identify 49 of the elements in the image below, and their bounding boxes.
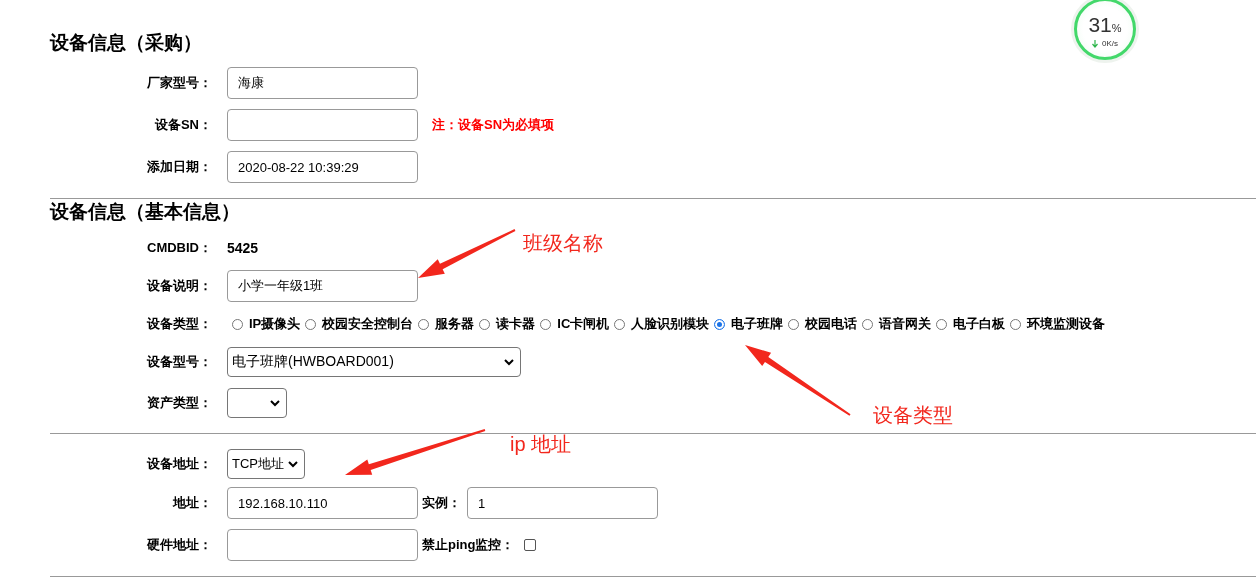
checkbox[interactable] (524, 539, 537, 551)
field-label: 设备说明： (146, 277, 213, 295)
field-label: 实例： (422, 494, 461, 512)
chevron-icon (270, 399, 280, 407)
radio-label[interactable]: 校园电话 (805, 315, 858, 333)
input-field[interactable]: 2020-08-22 10:39:29 (227, 151, 418, 183)
annotation-text: 班级名称 (523, 231, 603, 256)
down-arrow-icon (1092, 39, 1098, 48)
field-label: CMDBID： (146, 239, 213, 257)
asset-type-dropdown[interactable] (227, 388, 287, 418)
speed-rate: 0K/s (1102, 39, 1118, 48)
speed-percent: 31% (1088, 14, 1122, 38)
input-field[interactable]: 小学一年级1班 (227, 270, 418, 302)
radio-label[interactable]: 服务器 (435, 315, 475, 333)
radio-label[interactable]: 读卡器 (496, 315, 536, 333)
cmdb-id: 5425 (227, 240, 259, 256)
chevron-icon (504, 358, 514, 366)
input-field[interactable]: 海康 (227, 67, 418, 99)
radio-label[interactable]: 人脸识别模块 (631, 315, 710, 333)
radio-label[interactable]: IP摄像头 (249, 315, 301, 333)
field-label: 设备类型： (146, 315, 213, 333)
radio-label[interactable]: 电子白板 (953, 315, 1006, 333)
input-field[interactable] (227, 529, 418, 561)
field-label: 添加日期： (146, 158, 213, 176)
field-label: 设备SN： (153, 116, 213, 134)
annotation-text: ip 地址 (510, 432, 572, 457)
section-title: 设备信息（采购） (50, 31, 202, 55)
required-note: 注：设备SN为必填项 (432, 116, 555, 134)
annotation-text: 设备类型 (873, 403, 953, 428)
chevron-icon (288, 460, 298, 468)
field-label: 资产类型： (146, 394, 213, 412)
field-label: 禁止ping监控： (422, 536, 515, 554)
radio-label[interactable]: 语音网关 (879, 315, 932, 333)
section-title: 设备信息（基本信息） (50, 200, 240, 224)
radio-label[interactable]: 电子班牌 (731, 315, 784, 333)
model-dropdown[interactable]: 电子班牌(HWBOARD001) (227, 347, 521, 377)
input-field[interactable]: 1 (467, 487, 658, 519)
radio-label[interactable]: IC卡闸机 (557, 315, 610, 333)
field-label: 地址： (171, 494, 213, 512)
radio-button[interactable] (714, 318, 726, 330)
field-label: 设备型号： (146, 353, 213, 371)
field-label: 厂家型号： (146, 74, 213, 92)
field-label: 硬件地址： (146, 536, 213, 554)
radio-label[interactable]: 环境监测设备 (1027, 315, 1106, 333)
address-type-dropdown[interactable]: TCP地址 (227, 449, 305, 479)
radio-label[interactable]: 校园安全控制台 (322, 315, 414, 333)
input-field[interactable]: 192.168.10.110 (227, 487, 418, 519)
input-field[interactable] (227, 109, 418, 141)
field-label: 设备地址： (146, 455, 213, 473)
